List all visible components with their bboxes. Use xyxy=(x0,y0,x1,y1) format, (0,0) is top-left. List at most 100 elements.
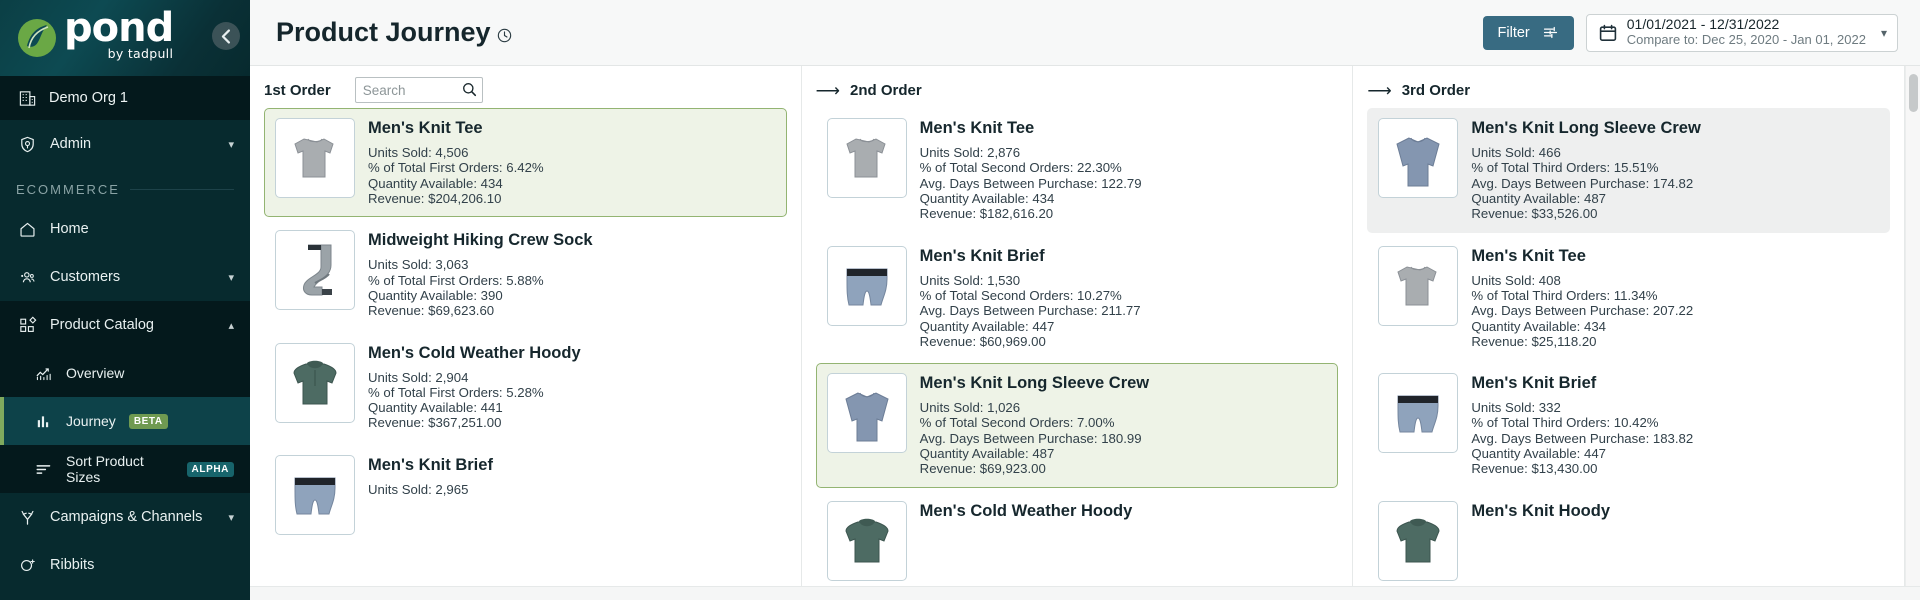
metric-units-sold: Units Sold: 2,965 xyxy=(368,481,469,497)
metric-units-sold: Units Sold: 2,904 xyxy=(368,369,469,385)
metric-revenue: Revenue: $69,623.60 xyxy=(368,303,495,319)
sidebar-item-home[interactable]: Home xyxy=(0,205,250,253)
product-card[interactable]: Men's Knit Tee Units Sold: 4,506 % of To… xyxy=(264,108,787,218)
sidebar-collapse-button[interactable] xyxy=(212,22,240,50)
top-bar-actions: Filter 01/01/2021 - 12/31/2022 Compare t… xyxy=(1482,13,1898,52)
metric-quantity-available: Quantity Available: 434 xyxy=(1471,318,1606,334)
product-details: Men's Knit Brief Units Sold: 332 % of To… xyxy=(1471,373,1693,477)
journey-board: 1st Order Search Men's Knit Tee Units So… xyxy=(250,66,1920,586)
home-icon xyxy=(20,222,35,237)
longsleeve-image xyxy=(845,392,889,442)
search-field xyxy=(354,77,483,103)
building-icon xyxy=(19,90,36,106)
product-card[interactable]: Men's Knit Long Sleeve Crew Units Sold: … xyxy=(1367,108,1891,233)
product-card[interactable]: Men's Cold Weather Hoody xyxy=(816,491,1339,586)
product-name: Men's Knit Brief xyxy=(919,246,1045,265)
product-card[interactable]: Midweight Hiking Crew Sock Units Sold: 3… xyxy=(264,220,787,329)
product-thumbnail xyxy=(1378,118,1459,198)
metric-revenue: Revenue: $60,969.00 xyxy=(919,333,1046,349)
pond-logo-icon xyxy=(14,15,60,61)
date-range-picker[interactable]: 01/01/2021 - 12/31/2022 Compare to: Dec … xyxy=(1585,13,1898,52)
tee-image xyxy=(846,138,886,178)
product-details: Midweight Hiking Crew Sock Units Sold: 3… xyxy=(368,230,593,318)
metric-revenue: Revenue: $69,923.00 xyxy=(919,461,1046,477)
sidebar-item-journey[interactable]: Journey BETA xyxy=(0,397,250,445)
chevron-up-icon: ▴ xyxy=(228,319,234,332)
scrollbar-thumb[interactable] xyxy=(1909,74,1919,112)
sidebar-item-ribbits[interactable]: Ribbits xyxy=(0,541,250,589)
product-thumbnail xyxy=(826,118,907,198)
product-thumbnail xyxy=(275,454,355,535)
date-range-value: 01/01/2021 - 12/31/2022 xyxy=(1626,16,1780,33)
metric-percent-orders: % of Total First Orders: 5.28% xyxy=(368,384,544,400)
metric-revenue: Revenue: $33,526.00 xyxy=(1471,206,1598,222)
sidebar-item-overview[interactable]: Overview xyxy=(0,349,250,397)
date-range-text: 01/01/2021 - 12/31/2022 Compare to: Dec … xyxy=(1627,17,1866,47)
product-name: Men's Knit Tee xyxy=(368,119,483,137)
metric-quantity-available: Quantity Available: 487 xyxy=(1471,190,1606,206)
status-badge-alpha: ALPHA xyxy=(186,461,234,477)
product-details: Men's Knit Long Sleeve Crew Units Sold: … xyxy=(1471,118,1700,222)
product-card[interactable]: Men's Knit Tee Units Sold: 2,876 % of To… xyxy=(816,108,1339,233)
metric-units-sold: Units Sold: 466 xyxy=(1471,145,1561,160)
page-title-text: Product Journey xyxy=(276,17,491,47)
chevron-down-icon: ▾ xyxy=(228,271,234,284)
sidebar-item-label: Customers xyxy=(50,269,121,285)
longsleeve-image xyxy=(1396,137,1440,187)
metric-revenue: Revenue: $204,206.10 xyxy=(368,190,502,206)
sidebar-item-product-catalog[interactable]: Product Catalog ▴ xyxy=(0,301,250,349)
product-name: Men's Knit Hoody xyxy=(1471,501,1611,520)
column-title: 1st Order xyxy=(264,81,331,99)
sidebar-section-ecommerce: ECOMMERCE xyxy=(0,168,250,205)
main-content: Product Journey Filter 01/01/2021 - 12/3… xyxy=(250,0,1920,600)
metric-units-sold: Units Sold: 1,530 xyxy=(919,272,1021,288)
sidebar-item-customers[interactable]: Customers ▾ xyxy=(0,253,250,301)
clock-icon[interactable] xyxy=(497,28,512,43)
product-card[interactable]: Men's Knit Brief Units Sold: 2,965 xyxy=(264,445,787,546)
card-list: Men's Knit Long Sleeve Crew Units Sold: … xyxy=(1367,108,1891,586)
product-card[interactable]: Men's Cold Weather Hoody Units Sold: 2,9… xyxy=(264,333,787,442)
sidebar-org-label: Demo Org 1 xyxy=(49,90,128,106)
product-card[interactable]: Men's Knit Brief Units Sold: 1,530 % of … xyxy=(816,236,1339,361)
chevron-left-icon xyxy=(221,28,230,44)
app-root: pond by tadpull Demo Org 1 Admin ▾ ECOMM… xyxy=(0,0,1920,600)
date-compare-value: Compare to: Dec 25, 2020 - Jan 01, 2022 xyxy=(1626,32,1866,48)
metric-quantity-available: Quantity Available: 434 xyxy=(919,190,1055,206)
journey-column-3rd-order: ⟶ 3rd Order Men's Knit Long Sleeve Crew xyxy=(1353,66,1906,586)
metric-revenue: Revenue: $367,251.00 xyxy=(368,415,502,431)
sidebar-item-campaigns-channels[interactable]: Campaigns & Channels ▾ xyxy=(0,493,250,541)
metric-avg-days-between-purchase: Avg. Days Between Purchase: 180.99 xyxy=(919,430,1142,446)
metric-revenue: Revenue: $25,118.20 xyxy=(1471,333,1597,349)
calendar-icon xyxy=(1599,24,1616,41)
metric-units-sold: Units Sold: 2,876 xyxy=(919,145,1021,160)
column-header: ⟶ 2nd Order xyxy=(816,66,1339,108)
sidebar-item-label: Product Catalog xyxy=(50,317,154,333)
brief-image xyxy=(294,477,336,515)
sidebar-item-sort-product-sizes[interactable]: Sort Product Sizes ALPHA xyxy=(0,445,250,493)
sidebar-item-label: Ribbits xyxy=(50,557,95,573)
sidebar: pond by tadpull Demo Org 1 Admin ▾ ECOMM… xyxy=(0,0,250,600)
filter-button-label: Filter xyxy=(1497,24,1530,41)
product-card[interactable]: Men's Knit Brief Units Sold: 332 % of To… xyxy=(1367,363,1890,488)
product-thumbnail xyxy=(275,118,355,198)
product-details: Men's Cold Weather Hoody xyxy=(920,501,1133,581)
filter-button[interactable]: Filter xyxy=(1482,15,1574,50)
product-card[interactable]: Men's Knit Tee Units Sold: 408 % of Tota… xyxy=(1367,236,1890,361)
hoody-image xyxy=(1396,518,1440,563)
sidebar-item-org[interactable]: Demo Org 1 xyxy=(0,76,250,120)
sidebar-item-admin[interactable]: Admin ▾ xyxy=(0,120,250,168)
product-thumbnail xyxy=(826,245,907,326)
product-details: Men's Knit Long Sleeve Crew Units Sold: … xyxy=(920,373,1149,477)
logo-wordmark: pond by tadpull xyxy=(64,8,174,61)
product-card[interactable]: Men's Knit Long Sleeve Crew Units Sold: … xyxy=(815,363,1339,488)
product-name: Men's Cold Weather Hoody xyxy=(368,343,581,362)
metric-percent-orders: % of Total Second Orders: 7.00% xyxy=(919,415,1115,431)
product-card[interactable]: Men's Knit Hoody xyxy=(1367,491,1890,586)
top-bar: Product Journey Filter 01/01/2021 - 12/3… xyxy=(250,0,1920,66)
sidebar-item-label: Campaigns & Channels xyxy=(50,509,203,525)
product-name: Midweight Hiking Crew Sock xyxy=(368,231,593,250)
search-input[interactable] xyxy=(354,77,483,103)
metric-revenue: Revenue: $182,616.20 xyxy=(919,206,1054,222)
sock-image xyxy=(303,244,332,296)
vertical-scrollbar[interactable] xyxy=(1905,66,1920,586)
